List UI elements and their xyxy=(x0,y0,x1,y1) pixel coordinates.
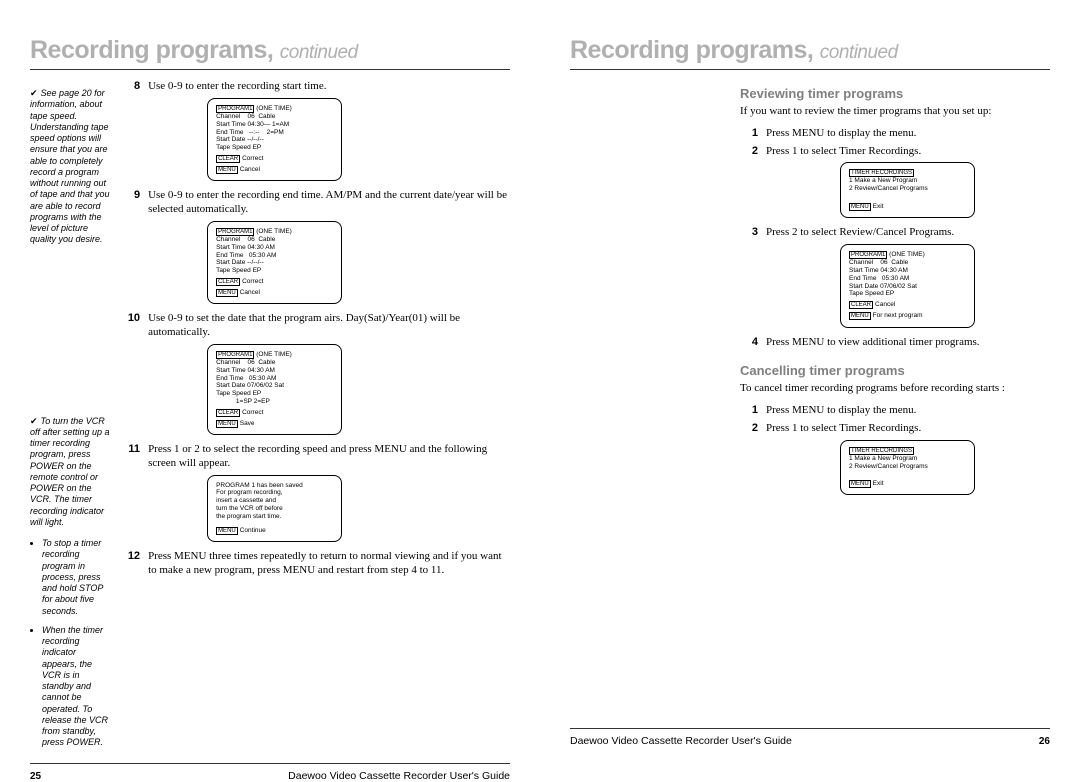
sidebar-left: See page 20 for information, about tape … xyxy=(30,80,110,757)
step-number: 10 xyxy=(122,312,140,324)
footer-left: 25 Daewoo Video Cassette Recorder User's… xyxy=(30,763,510,782)
page-left: Recording programs, continued See page 2… xyxy=(0,0,540,763)
step-r2: 2 Press 1 to select Timer Recordings. xyxy=(740,145,1050,159)
step-number: 9 xyxy=(122,189,140,201)
sidebar-note-2: To turn the VCR off after setting up a t… xyxy=(30,416,110,529)
step-text: Press 1 or 2 to select the recording spe… xyxy=(148,443,510,471)
screen-program-review: PROGRAM1 (ONE TIME) Channel 06 Cable Sta… xyxy=(840,244,975,328)
content-left: See page 20 for information, about tape … xyxy=(30,80,510,757)
step-r4: 4 Press MENU to view additional timer pr… xyxy=(740,336,1050,350)
step-number: 11 xyxy=(122,443,140,455)
screen-11: PROGRAM 1 has been saved For program rec… xyxy=(207,475,342,542)
main-right: Reviewing timer programs If you want to … xyxy=(740,80,1050,722)
step-number: 12 xyxy=(122,550,140,562)
step-number: 8 xyxy=(122,80,140,92)
title-continued: continued xyxy=(820,42,898,63)
subhead-cancelling: Cancelling timer programs xyxy=(740,363,1050,378)
title-main: Recording programs, xyxy=(30,36,273,64)
sidebar-note-1: See page 20 for information, about tape … xyxy=(30,88,110,246)
footer-guide: Daewoo Video Cassette Recorder User's Gu… xyxy=(570,735,792,747)
step-text: Press MENU three times repeatedly to ret… xyxy=(148,550,510,578)
step-c2: 2 Press 1 to select Timer Recordings. xyxy=(740,422,1050,436)
step-text: Use 0-9 to enter the recording end time.… xyxy=(148,189,510,217)
screen-timer-2: TIMER RECORDINGS 1 Make a New Program 2 … xyxy=(840,440,975,496)
page-title-left: Recording programs, continued xyxy=(30,36,510,70)
step-text: Use 0-9 to set the date that the program… xyxy=(148,312,510,340)
page-title-right: Recording programs, continued xyxy=(570,36,1050,70)
step-r1: 1 Press MENU to display the menu. xyxy=(740,127,1050,141)
screen-9: PROGRAM1 (ONE TIME) Channel 06 Cable Sta… xyxy=(207,221,342,305)
step-11: 11 Press 1 or 2 to select the recording … xyxy=(122,443,510,471)
page-right: Recording programs, continued Reviewing … xyxy=(540,0,1080,763)
subhead-reviewing: Reviewing timer programs xyxy=(740,86,1050,101)
screen-8: PROGRAM1 (ONE TIME) Channel 06 Cable Sta… xyxy=(207,98,342,182)
title-continued: continued xyxy=(280,42,358,63)
sidebar-bullet: To stop a timer recording program in pro… xyxy=(42,538,110,617)
title-main: Recording programs, xyxy=(570,36,813,64)
sidebar-bullet: When the timer recording indicator appea… xyxy=(42,625,110,749)
step-r3: 3 Press 2 to select Review/Cancel Progra… xyxy=(740,226,1050,240)
step-text: Use 0-9 to enter the recording start tim… xyxy=(148,80,326,94)
screen-10: PROGRAM1 (ONE TIME) Channel 06 Cable Sta… xyxy=(207,344,342,435)
content-right: Reviewing timer programs If you want to … xyxy=(570,80,1050,722)
step-10: 10 Use 0-9 to set the date that the prog… xyxy=(122,312,510,340)
sidebar-bullets: To stop a timer recording program in pro… xyxy=(42,538,110,749)
intro-reviewing: If you want to review the timer programs… xyxy=(740,105,1050,119)
main-left: 8 Use 0-9 to enter the recording start t… xyxy=(122,80,510,757)
step-12: 12 Press MENU three times repeatedly to … xyxy=(122,550,510,578)
step-9: 9 Use 0-9 to enter the recording end tim… xyxy=(122,189,510,217)
footer-guide: Daewoo Video Cassette Recorder User's Gu… xyxy=(288,770,510,782)
step-c1: 1 Press MENU to display the menu. xyxy=(740,404,1050,418)
footer-right: Daewoo Video Cassette Recorder User's Gu… xyxy=(570,728,1050,747)
intro-cancelling: To cancel timer recording programs befor… xyxy=(740,382,1050,396)
page-number: 26 xyxy=(1039,736,1050,747)
step-8: 8 Use 0-9 to enter the recording start t… xyxy=(122,80,510,94)
screen-timer-1: TIMER RECORDINGS 1 Make a New Program 2 … xyxy=(840,162,975,218)
page-number: 25 xyxy=(30,771,41,782)
